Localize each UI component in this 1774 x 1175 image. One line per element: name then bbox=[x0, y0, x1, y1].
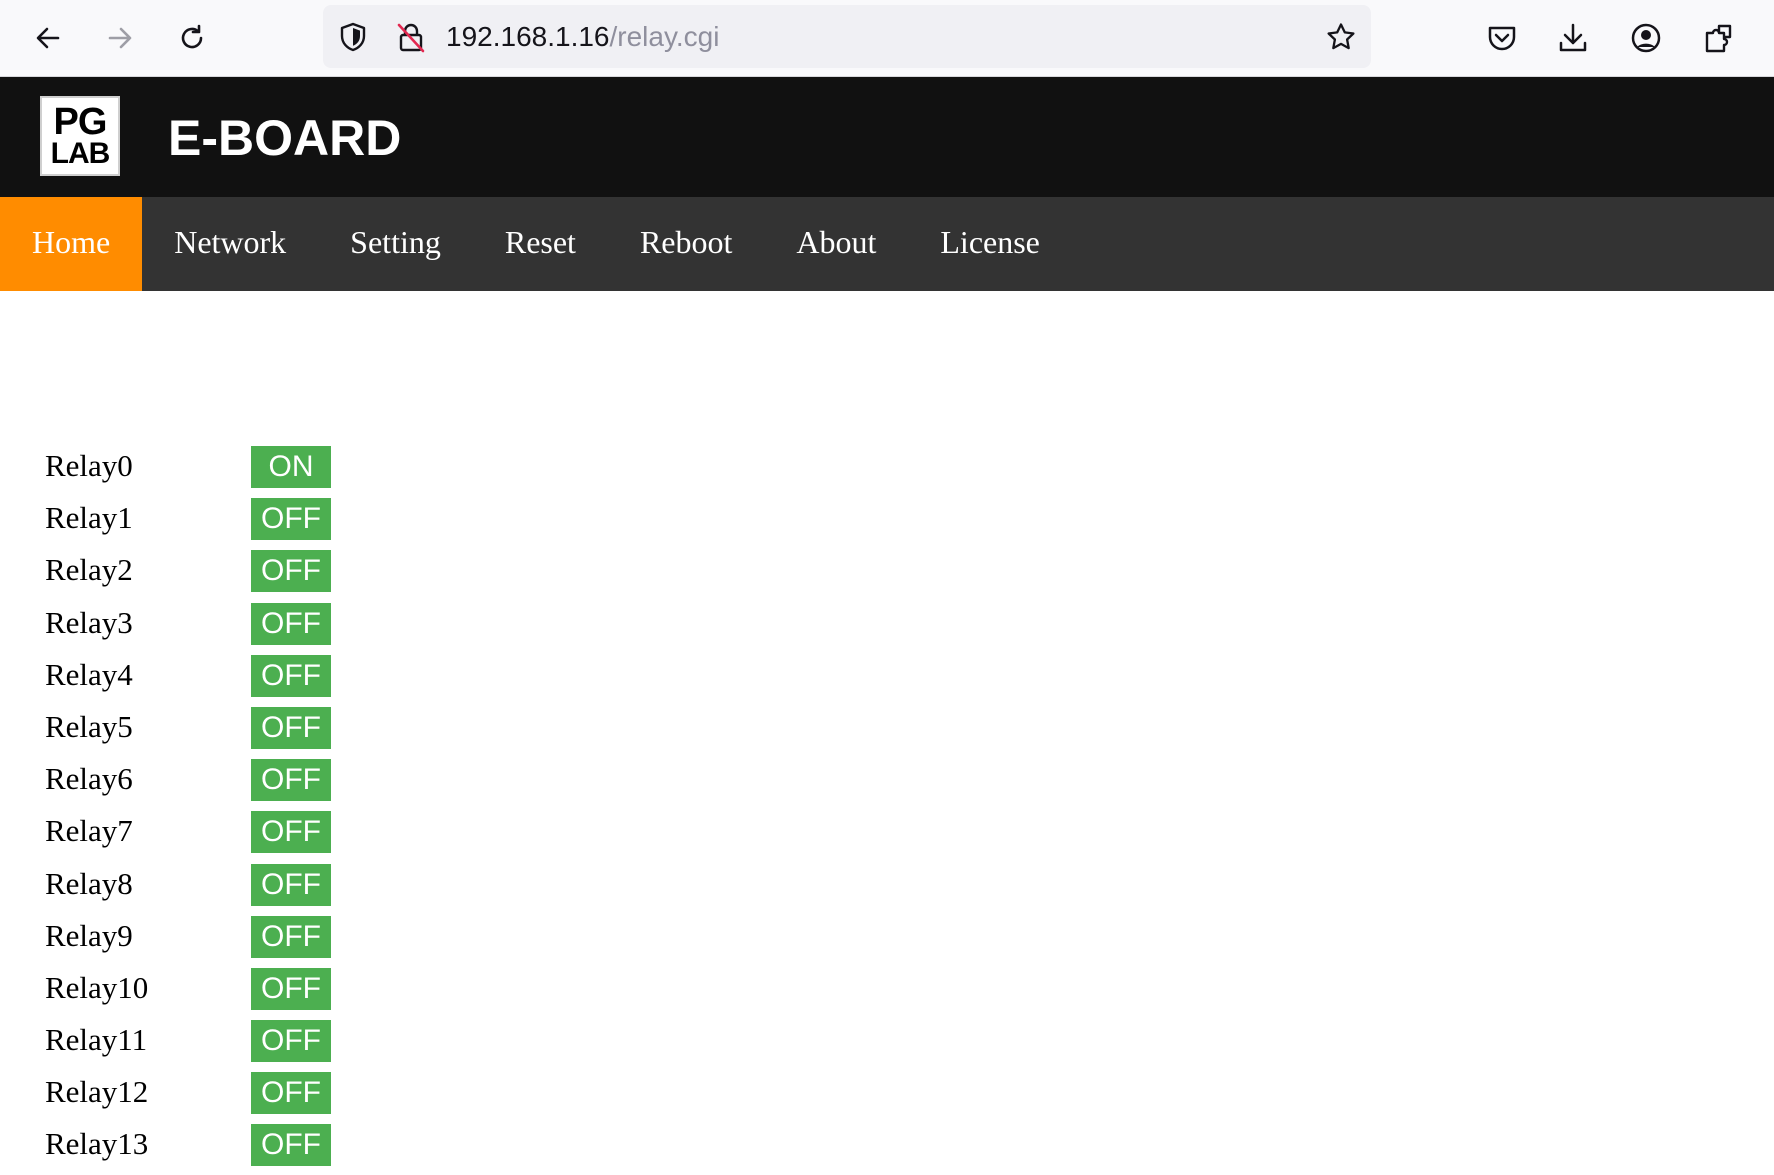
nav-license[interactable]: License bbox=[908, 197, 1072, 291]
relay-toggle-button[interactable]: OFF bbox=[251, 759, 331, 802]
logo-text-top: PG bbox=[53, 100, 108, 143]
download-icon[interactable] bbox=[1549, 14, 1597, 62]
relay-label: Relay7 bbox=[45, 813, 133, 849]
relay-label: Relay13 bbox=[45, 1126, 149, 1162]
relay-toggle-button[interactable]: OFF bbox=[251, 654, 331, 697]
relay-label: Relay12 bbox=[45, 1074, 149, 1110]
nav-home[interactable]: Home bbox=[0, 197, 143, 291]
relay-toggle-button[interactable]: OFF bbox=[251, 1020, 331, 1063]
nav-reset[interactable]: Reset bbox=[473, 197, 608, 291]
relay-toggle-button[interactable]: OFF bbox=[251, 863, 331, 906]
relay-toggle-button[interactable]: OFF bbox=[251, 498, 331, 541]
forward-arrow-icon[interactable] bbox=[96, 14, 144, 62]
nav-network[interactable]: Network bbox=[142, 197, 318, 291]
bookmark-star-icon[interactable] bbox=[1325, 21, 1357, 53]
relay-label: Relay2 bbox=[45, 552, 133, 588]
relay-label: Relay10 bbox=[45, 969, 149, 1005]
relay-toggle-button[interactable]: OFF bbox=[251, 967, 331, 1010]
relay-toggle-button[interactable]: OFF bbox=[251, 811, 331, 854]
relay-toggle-button[interactable]: OFF bbox=[251, 915, 331, 958]
relay-toggle-button[interactable]: OFF bbox=[251, 1124, 331, 1167]
pocket-icon[interactable] bbox=[1478, 14, 1526, 62]
insecure-lock-icon[interactable] bbox=[395, 21, 427, 53]
site-title: E-BOARD bbox=[168, 110, 402, 166]
main-nav: Home Network Setting Reset Reboot About … bbox=[0, 197, 1774, 291]
relay-toggle-button[interactable]: OFF bbox=[251, 550, 331, 593]
nav-reboot[interactable]: Reboot bbox=[608, 197, 764, 291]
relay-toggle-button[interactable]: OFF bbox=[251, 602, 331, 645]
relay-toggle-button[interactable]: OFF bbox=[251, 1072, 331, 1115]
relay-toggle-button[interactable]: ON bbox=[251, 446, 331, 488]
nav-about[interactable]: About bbox=[764, 197, 908, 291]
url-bar[interactable]: 192.168.1.16/relay.cgi bbox=[323, 5, 1371, 68]
account-icon[interactable] bbox=[1622, 14, 1670, 62]
site-header: PG LAB E-BOARD bbox=[0, 77, 1774, 197]
relay-label: Relay11 bbox=[45, 1022, 148, 1058]
url-text[interactable]: 192.168.1.16/relay.cgi bbox=[446, 5, 719, 68]
extensions-icon[interactable] bbox=[1694, 14, 1742, 62]
relay-label: Relay5 bbox=[45, 708, 133, 744]
relay-label: Relay8 bbox=[45, 865, 133, 901]
relay-label: Relay0 bbox=[45, 448, 133, 483]
url-host: 192.168.1.16 bbox=[446, 21, 610, 52]
relay-label: Relay1 bbox=[45, 500, 133, 536]
relay-label: Relay4 bbox=[45, 656, 133, 692]
nav-setting[interactable]: Setting bbox=[318, 197, 473, 291]
reload-icon[interactable] bbox=[168, 14, 216, 62]
back-arrow-icon[interactable] bbox=[24, 14, 72, 62]
relay-toggle-button[interactable]: OFF bbox=[251, 706, 331, 749]
tracking-protection-shield-icon[interactable] bbox=[337, 21, 369, 53]
relay-label: Relay9 bbox=[45, 917, 133, 953]
url-path: /relay.cgi bbox=[609, 21, 720, 52]
relay-label: Relay3 bbox=[45, 604, 133, 640]
relay-label: Relay6 bbox=[45, 761, 133, 797]
logo-text-bottom: LAB bbox=[50, 136, 111, 170]
browser-toolbar: 192.168.1.16/relay.cgi bbox=[0, 0, 1774, 77]
pglab-logo: PG LAB bbox=[40, 96, 120, 176]
